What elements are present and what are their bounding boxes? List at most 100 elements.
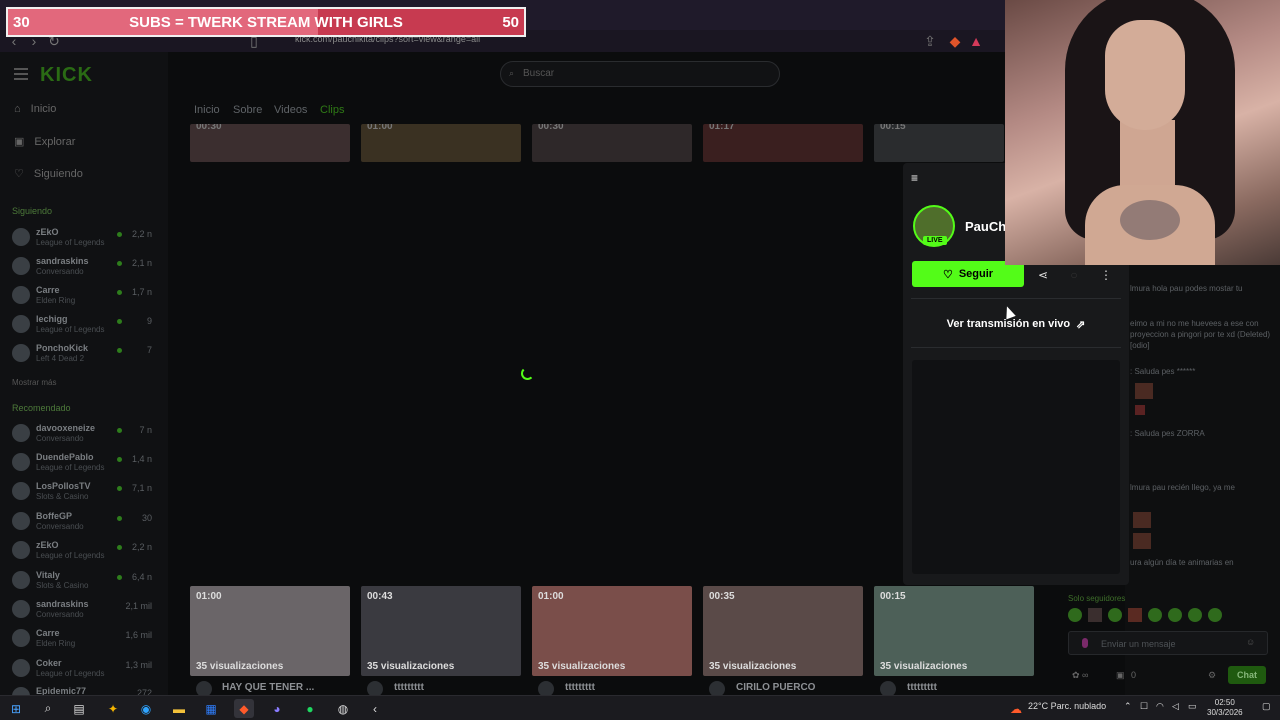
- notifications-icon[interactable]: ▢: [1262, 701, 1271, 712]
- app-icon[interactable]: ‹: [365, 699, 385, 718]
- sidebar-channel[interactable]: PonchoKick Left 4 Dead 27: [12, 341, 162, 369]
- live-dot: [117, 348, 122, 353]
- clip-thumbnail[interactable]: 00:43 35 visualizaciones: [361, 586, 521, 676]
- store-icon[interactable]: ▦: [201, 699, 221, 718]
- avatar: [12, 571, 30, 589]
- chat-send-button[interactable]: Chat: [1228, 666, 1266, 684]
- chat-message: eimo a mi no me huevees a ese con proyec…: [1130, 319, 1271, 350]
- search-icon[interactable]: ⌕: [38, 699, 58, 718]
- sidebar-channel[interactable]: Epidemic77 272: [12, 684, 162, 695]
- emote-icon[interactable]: [1188, 608, 1202, 622]
- nav-label: Inicio: [30, 103, 57, 115]
- brave-shield-icon[interactable]: ◆: [945, 31, 965, 51]
- clip-thumbnail[interactable]: 01:00: [361, 124, 521, 162]
- clip-thumbnail[interactable]: 00:15 35 visualizaciones: [874, 586, 1034, 676]
- avatar: [12, 286, 30, 304]
- gift-icon[interactable]: ▣: [1116, 670, 1125, 681]
- sidebar-channel[interactable]: davooxeneize Conversando 7 n: [12, 421, 162, 449]
- nav-label: Siguiendo: [33, 167, 83, 180]
- clip-thumbnail[interactable]: 01:17: [703, 124, 863, 162]
- sidebar-channel[interactable]: DuendePablo League of Legends 1,4 n: [12, 450, 162, 478]
- sidebar-channel[interactable]: lechigg League of Legends 9: [12, 312, 162, 340]
- nav-item-inicio[interactable]: ⌂ Inicio: [14, 103, 56, 115]
- sidebar-channel[interactable]: zEkO League of Legends 2,2 n: [12, 538, 162, 566]
- emote-icon[interactable]: [1108, 608, 1122, 622]
- sidebar-channel[interactable]: sandraskins Conversando 2,1 mil: [12, 597, 162, 625]
- sidebar-channel[interactable]: Vitaly Slots & Casino 6,4 n: [12, 568, 162, 596]
- emote-icon[interactable]: [1208, 608, 1222, 622]
- avatar: [12, 659, 30, 677]
- clock[interactable]: 02:50 30/3/2026: [1207, 698, 1243, 718]
- clip-thumbnail[interactable]: 01:00 35 visualizaciones: [190, 586, 350, 676]
- avatar: [12, 315, 30, 333]
- file-explorer-icon[interactable]: ▬: [169, 699, 189, 718]
- windows-start-icon[interactable]: ⊞: [6, 699, 26, 718]
- chat-input[interactable]: Enviar un mensaje: [1068, 631, 1268, 655]
- menu-icon[interactable]: [14, 68, 28, 80]
- obs-icon[interactable]: ◍: [333, 699, 353, 718]
- tab-videos[interactable]: Videos: [274, 104, 307, 116]
- emote-icon[interactable]: [1168, 608, 1182, 622]
- tab-sobre[interactable]: Sobre: [233, 104, 262, 116]
- clip-thumbnail[interactable]: 00:35 35 visualizaciones: [703, 586, 863, 676]
- emote: [1133, 512, 1151, 528]
- kick-logo[interactable]: KICK: [40, 64, 93, 87]
- sidebar-channel[interactable]: sandraskins Conversando 2,1 n: [12, 254, 162, 282]
- battery-icon[interactable]: ▭: [1188, 701, 1197, 712]
- clip-thumbnail[interactable]: 00:30: [190, 124, 350, 162]
- divider: [911, 298, 1121, 299]
- collapse-icon[interactable]: ≡: [911, 171, 918, 185]
- emote-icon[interactable]: [1128, 608, 1142, 622]
- discord-icon[interactable]: ◕: [267, 699, 287, 718]
- edge-icon[interactable]: ◉: [136, 699, 156, 718]
- volume-icon[interactable]: ◁: [1172, 701, 1179, 712]
- tab-clips[interactable]: Clips: [320, 104, 344, 116]
- emote-icon[interactable]: [1148, 608, 1162, 622]
- clip-title[interactable]: ttttttttt: [394, 682, 424, 693]
- brave-rewards-icon[interactable]: ▲: [966, 31, 986, 51]
- show-more-link[interactable]: Mostrar más: [12, 378, 56, 387]
- nav-item-explorar[interactable]: ▣ Explorar: [14, 135, 75, 149]
- brave-icon[interactable]: ◆: [234, 699, 254, 718]
- clip-title[interactable]: HAY QUE TENER ...: [222, 682, 314, 693]
- sidebar-channel[interactable]: Carre Elden Ring 1,7 n: [12, 283, 162, 311]
- notification-icon[interactable]: ○: [1063, 265, 1085, 285]
- avatar: [12, 424, 30, 442]
- sidebar-channel[interactable]: BoffeGP Conversando 30: [12, 509, 162, 537]
- tab-inicio[interactable]: Inicio: [194, 104, 220, 116]
- sidebar-channel[interactable]: LosPollosTV Slots & Casino 7,1 n: [12, 479, 162, 507]
- clip-title[interactable]: CIRILO PUERCO: [736, 682, 815, 693]
- chat-message: : Saluda pes ZORRA: [1130, 429, 1205, 438]
- watch-live-button[interactable]: Ver transmisión en vivo ⇗: [912, 311, 1120, 337]
- channel-name[interactable]: PauCh: [965, 219, 1006, 234]
- clip-title[interactable]: ttttttttt: [907, 682, 937, 693]
- live-dot: [117, 486, 122, 491]
- clip-title[interactable]: ttttttttt: [565, 682, 595, 693]
- clip-thumbnail[interactable]: 01:00 35 visualizaciones: [532, 586, 692, 676]
- channel-points-icon[interactable]: ✿ ∞: [1072, 670, 1088, 681]
- settings-icon[interactable]: ⚙: [1208, 670, 1216, 681]
- emoji-icon[interactable]: ☺: [1246, 637, 1255, 647]
- search-input[interactable]: Buscar: [500, 61, 780, 87]
- emote-icon[interactable]: [1088, 608, 1102, 622]
- sub-goal-banner: 30 SUBS = TWERK STREAM WITH GIRLS 50: [6, 7, 526, 37]
- webcam-figure-tattoo: [1120, 200, 1180, 240]
- clip-thumbnail[interactable]: 00:30: [532, 124, 692, 162]
- weather-text[interactable]: 22°C Parc. nublado: [1028, 701, 1106, 711]
- share-icon[interactable]: ⋖: [1032, 265, 1054, 285]
- sidebar-channel[interactable]: zEkO League of Legends 2,2 n: [12, 225, 162, 253]
- chat-message: : Saluda pes ******: [1130, 367, 1196, 376]
- nav-item-siguiendo[interactable]: ♡ Siguiendo: [14, 167, 83, 181]
- clip-thumbnail[interactable]: 00:15: [874, 124, 1004, 162]
- tray-app-icon[interactable]: ☐: [1140, 701, 1148, 712]
- copilot-icon[interactable]: ✦: [103, 699, 123, 718]
- share-icon[interactable]: ⇪: [920, 31, 940, 51]
- spotify-icon[interactable]: ●: [300, 699, 320, 718]
- sidebar-channel[interactable]: Carre Elden Ring 1,6 mil: [12, 626, 162, 654]
- more-options-icon[interactable]: ⋮: [1095, 265, 1117, 285]
- sidebar-channel[interactable]: Coker League of Legends 1,3 mil: [12, 656, 162, 684]
- tray-chevron-icon[interactable]: ⌃: [1124, 701, 1132, 712]
- wifi-icon[interactable]: ◠: [1156, 701, 1164, 712]
- emote-icon[interactable]: [1068, 608, 1082, 622]
- task-view-icon[interactable]: ▤: [69, 699, 89, 718]
